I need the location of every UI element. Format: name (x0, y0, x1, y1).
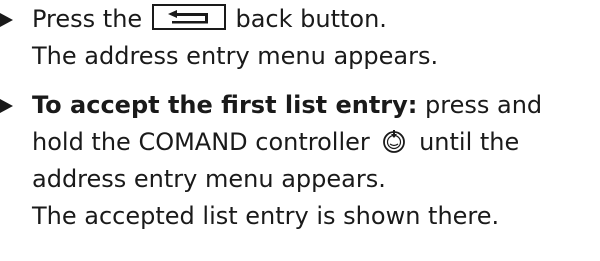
comand-controller-icon (381, 128, 407, 154)
step-2-line-1-rest: press and (417, 91, 543, 119)
step-1-text-before-button: Press the (32, 5, 143, 33)
step-2-line-1: To accept the first list entry: press an… (32, 87, 600, 124)
step-2-result: The accepted list entry is shown there. (32, 202, 500, 230)
instruction-step-2: To accept the first list entry: press an… (0, 87, 600, 235)
step-2-line-2: hold the COMAND controller until the (32, 124, 600, 161)
triangle-bullet-icon (0, 13, 13, 27)
step-2-line-3: address entry menu appears. (32, 165, 386, 193)
step-1-result: The address entry menu appears. (32, 42, 439, 70)
back-arrow-icon (167, 10, 208, 24)
step-2-text-after-icon: until the (419, 128, 520, 156)
instruction-step-1: Press the back button. The address entry… (0, 1, 600, 75)
step-2-heading: To accept the first list entry: (32, 91, 418, 119)
triangle-bullet-icon (0, 99, 13, 113)
back-button-icon (151, 4, 226, 30)
step-2-text-before-icon: hold the COMAND controller (32, 128, 370, 156)
step-1-text-after-button: back button. (235, 5, 387, 33)
instruction-document: Press the back button. The address entry… (0, 0, 600, 261)
step-1-line-1: Press the back button. (32, 1, 600, 38)
